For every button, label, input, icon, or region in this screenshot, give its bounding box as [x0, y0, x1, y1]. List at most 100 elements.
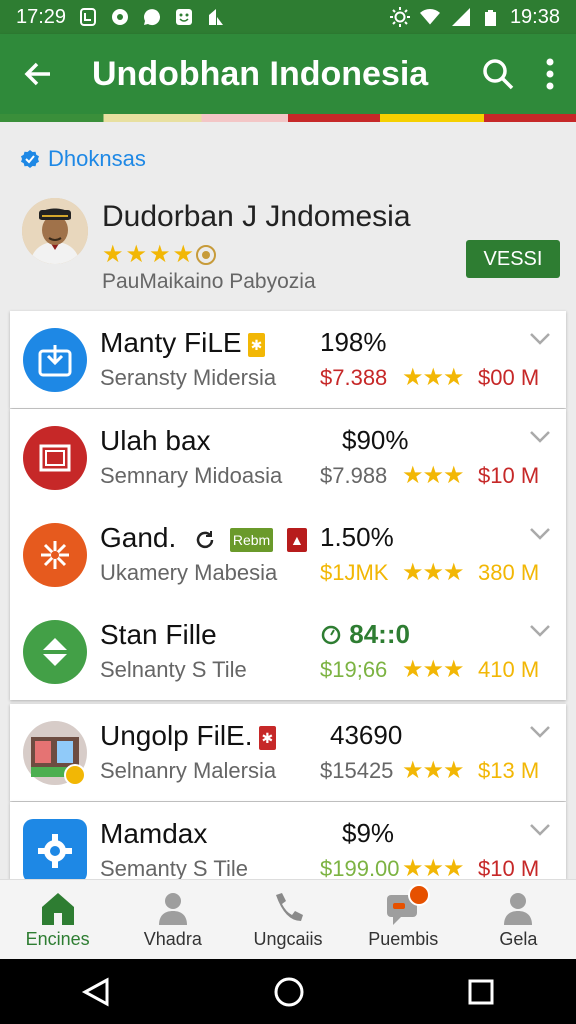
- bag-icon: [209, 9, 224, 25]
- list-card: Mamdax Semanty S Tile $9% $199.00 ★★★ $1…: [10, 802, 566, 879]
- profile-action-button[interactable]: VESSI: [466, 240, 560, 278]
- list-item[interactable]: Mamdax Semanty S Tile $9% $199.00 ★★★ $1…: [10, 802, 566, 879]
- profile-header: Dudorban J Jndomesia ★ ★ ★ ★ PauMaikaino Pa…: [22, 198, 562, 298]
- arrow-left-icon: [24, 62, 50, 86]
- verified-text: Dhoknsas: [48, 146, 146, 171]
- chevron-down-icon[interactable]: [528, 429, 552, 445]
- battery-icon: [484, 10, 496, 26]
- item-name: Stan Fille: [100, 619, 217, 650]
- bottom-nav: Encines Vhadra Ungcaiis Puembis Gela: [0, 879, 576, 960]
- item-rating: ★★★: [402, 364, 465, 391]
- profile-name: Dudorban J Jndomesia: [102, 200, 411, 233]
- item-amount: $10 M: [478, 856, 540, 879]
- chevron-down-icon[interactable]: [528, 331, 552, 347]
- item-name: Ulah bax: [100, 425, 211, 456]
- item-rating: ★★★: [402, 559, 465, 586]
- chevron-down-icon[interactable]: [528, 526, 552, 542]
- nav-item-encines[interactable]: Encines: [0, 880, 115, 960]
- swap-icon: [23, 620, 87, 684]
- search-icon: [483, 59, 514, 90]
- list-item[interactable]: Stan Fille Selnanty S Tile 84::0 $19;66 …: [10, 603, 566, 700]
- app-bar: Undobhan Indonesia: [0, 34, 576, 114]
- avatar-image: [22, 198, 88, 264]
- item-amount: $13 M: [478, 758, 540, 783]
- window-icon: [23, 426, 87, 490]
- star-icon: ★: [125, 241, 148, 268]
- notification-badge: [407, 884, 430, 906]
- download-icon: [23, 328, 87, 392]
- item-price: $7.988: [320, 463, 388, 488]
- chevron-down-icon[interactable]: [528, 822, 552, 838]
- avatar[interactable]: [22, 198, 88, 264]
- wifi-icon: [419, 9, 440, 25]
- more-options-button[interactable]: [524, 34, 576, 114]
- list-card: Manty FiLE ✱ Seransty Midersia 198% $7.38…: [10, 311, 566, 408]
- status-bar: 17:29 19:38: [0, 0, 576, 34]
- list-item[interactable]: Ungolp FilE. ✱ Selnanry Malersia 43690 $1…: [10, 704, 566, 801]
- list-item[interactable]: Gand. Rebm ▲ Ukamery Mabesia 1.50% $1JMK…: [10, 506, 566, 603]
- item-rating: ★★★: [402, 462, 465, 489]
- nav-item-gela[interactable]: Gela: [461, 880, 576, 960]
- home-icon: [41, 892, 74, 925]
- item-subtitle: Selnanty S Tile: [100, 657, 247, 682]
- nav-label: Puembis: [368, 928, 439, 949]
- item-percent: 43690: [330, 720, 403, 750]
- nav-label: Encines: [25, 928, 90, 949]
- item-price: $1JMK: [320, 560, 389, 585]
- profile-rating: ★ ★ ★ ★: [102, 240, 217, 269]
- chevron-down-icon[interactable]: [528, 623, 552, 639]
- nav-item-puembis[interactable]: Puembis: [346, 880, 461, 960]
- item-amount: 410 M: [478, 657, 540, 682]
- status-time-left: 17:29: [16, 5, 67, 28]
- banner-strip: [0, 114, 576, 122]
- search-button[interactable]: [472, 34, 524, 114]
- item-percent: 198%: [320, 327, 387, 357]
- item-price: $7.388: [320, 365, 388, 390]
- verified-label[interactable]: Dhoknsas: [20, 146, 146, 172]
- item-amount: 380 M: [478, 560, 540, 585]
- asterisk-badge-icon: ✱: [258, 725, 277, 750]
- message-icon: [144, 9, 161, 26]
- item-percent: $9%: [342, 818, 395, 848]
- emoji-icon: [176, 9, 193, 25]
- back-button[interactable]: [0, 34, 76, 114]
- more-vert-icon: [546, 58, 554, 90]
- list-card: Ulah bax Semnary Midoasia $90% $7.988 ★★…: [10, 409, 566, 700]
- nav-item-vhadra[interactable]: Vhadra: [115, 880, 230, 960]
- page-title: Undobhan Indonesia: [92, 54, 429, 93]
- phone-icon: [276, 892, 303, 921]
- settings-badge-icon: [196, 244, 217, 265]
- item-price: $19;66: [320, 657, 388, 682]
- item-name: Gand.: [100, 522, 177, 553]
- item-subtitle: Ukamery Mabesia: [100, 560, 278, 585]
- list-card: Ungolp FilE. ✱ Selnanry Malersia 43690 $1…: [10, 704, 566, 801]
- chevron-down-icon[interactable]: [528, 724, 552, 740]
- home-circle-icon[interactable]: [273, 976, 305, 1008]
- gear-icon: [23, 819, 87, 879]
- system-nav-bar: [0, 959, 576, 1024]
- nav-item-ungcaiis[interactable]: Ungcaiis: [230, 880, 345, 960]
- item-badge: Rebm: [229, 527, 274, 552]
- signal-icon: [451, 8, 470, 26]
- list-item[interactable]: Ulah bax Semnary Midoasia $90% $7.988 ★★…: [10, 409, 566, 506]
- item-subtitle: Semanty S Tile: [100, 856, 248, 879]
- item-price: $199.00: [320, 856, 400, 879]
- timer-icon: [321, 625, 341, 645]
- item-price: $15425: [320, 758, 394, 783]
- status-time-right: 19:38: [509, 5, 560, 28]
- list-item[interactable]: Manty FiLE ✱ Seransty Midersia 198% $7.38…: [10, 311, 566, 408]
- asterisk-badge-icon: ✱: [247, 332, 266, 357]
- item-name: Manty FiLE: [100, 327, 242, 358]
- star-icon: ★: [149, 241, 171, 268]
- star-icon: ★: [172, 241, 195, 268]
- item-rating: ★★★: [402, 656, 465, 683]
- item-subtitle: Selnanry Malersia: [100, 758, 277, 783]
- item-amount: $00 M: [478, 365, 540, 390]
- item-percent: 84::0: [349, 619, 410, 649]
- item-subtitle: Semnary Midoasia: [100, 463, 283, 488]
- item-amount: $10 M: [478, 463, 540, 488]
- vibrate-icon: [80, 8, 97, 26]
- back-triangle-icon[interactable]: [81, 976, 111, 1007]
- item-name: Ungolp FilE.: [100, 720, 253, 751]
- recents-square-icon[interactable]: [467, 978, 495, 1006]
